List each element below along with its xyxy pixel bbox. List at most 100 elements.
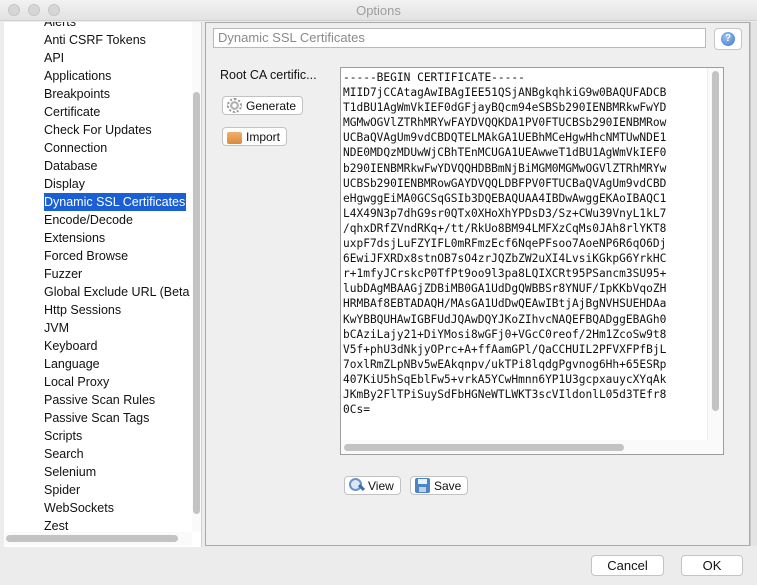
tree-item[interactable]: API xyxy=(4,49,190,67)
view-label: View xyxy=(368,478,394,493)
tree-item[interactable]: WebSockets xyxy=(4,499,190,517)
tree-item-label: Applications xyxy=(44,69,112,83)
tree-item-label: Check For Updates xyxy=(44,123,152,137)
tree-item[interactable]: Selenium xyxy=(4,463,190,481)
tree-item[interactable]: Check For Updates xyxy=(4,121,190,139)
tree-item-label: Zest xyxy=(44,519,69,533)
tree-item[interactable]: JVM xyxy=(4,319,190,337)
certificate-line: eHgwggEiMA0GCSqGSIb3DQEBAQUAA4IBDwAwggEK… xyxy=(343,191,667,205)
tree-item[interactable]: Applications xyxy=(4,67,190,85)
tree-item-label: Selenium xyxy=(44,465,97,479)
tree-item[interactable]: Encode/Decode xyxy=(4,211,190,229)
tree-item-label: API xyxy=(44,51,65,65)
certificate-line: -----BEGIN CERTIFICATE----- xyxy=(343,71,525,84)
certificate-line: V5f+phU3dNkjyOPrc+A+ffAamGPl/QaCCHUIL2PF… xyxy=(343,342,667,356)
tree-item-label: Passive Scan Rules xyxy=(44,393,156,407)
magnifier-icon xyxy=(349,478,364,493)
scrollbar-thumb[interactable] xyxy=(6,535,178,542)
import-label: Import xyxy=(246,129,281,144)
save-label: Save xyxy=(434,478,462,493)
tree-item-label: Language xyxy=(44,357,100,371)
tree-item-label: Connection xyxy=(44,141,108,155)
import-button[interactable]: Import xyxy=(222,127,288,146)
options-tree-list: Alerts Anti CSRF Tokens API Applications Bre… xyxy=(4,22,190,535)
tree-item[interactable]: Certificate xyxy=(4,103,190,121)
view-button[interactable]: View xyxy=(344,476,401,495)
tree-item-label: Keyboard xyxy=(44,339,98,353)
options-tree: Alerts Anti CSRF Tokens API Applications Bre… xyxy=(4,22,202,547)
root-ca-certificate-textarea[interactable]: -----BEGIN CERTIFICATE----- MIID7jCCAtagA… xyxy=(340,67,724,455)
root-ca-label: Root CA certific... xyxy=(220,68,317,82)
certificate-line: UCBaQVAgUm9vdCBDQTELMAkGA1UEBhMCeHgwHhcN… xyxy=(343,131,667,145)
tree-horizontal-scrollbar[interactable] xyxy=(4,532,192,545)
tree-item[interactable]: Database xyxy=(4,157,190,175)
cancel-button[interactable]: Cancel xyxy=(591,555,664,576)
tree-item[interactable]: Display xyxy=(4,175,190,193)
scrollbar-thumb[interactable] xyxy=(344,444,624,451)
tree-item-label: Passive Scan Tags xyxy=(44,411,150,425)
tree-item[interactable]: Scripts xyxy=(4,427,190,445)
folder-icon xyxy=(227,131,242,144)
certificate-line: T1dBU1AgWmVkIEF0dGFjayBQcm94eSBSb290IENB… xyxy=(343,101,667,115)
generate-button[interactable]: Generate xyxy=(222,96,304,115)
tree-item-label: Encode/Decode xyxy=(44,213,133,227)
tree-item[interactable]: Extensions xyxy=(4,229,190,247)
tree-item[interactable]: Search xyxy=(4,445,190,463)
certificate-line: NDE0MDQzMDUwWjCBhTEnMCUGA1UEAwweT1dBU1Ag… xyxy=(343,146,667,160)
certificate-line: 6EwiJFXRDx8stnOB7sO4zrJQZbZW2uXI4LvsiKGk… xyxy=(343,252,667,266)
tree-item[interactable]: Anti CSRF Tokens xyxy=(4,31,190,49)
certificate-line: UCBSb290IENBMRowGAYDVQQLDBFPV0FTUCBaQVAg… xyxy=(343,176,667,190)
tree-item-label: Search xyxy=(44,447,84,461)
window-edge xyxy=(750,22,757,546)
certificate-line: uxpF7dsjLuFZYIFL0mRFmzEcf6NqePFsoo7AoeNP… xyxy=(343,237,667,251)
tree-item-label: Fuzzer xyxy=(44,267,83,281)
scrollbar-thumb[interactable] xyxy=(712,71,719,411)
tree-item-label: Forced Browse xyxy=(44,249,129,263)
certificate-line: r+1mfyJCrskcP0TfPt9oo9l3pa8LQIXCRt95PSan… xyxy=(343,267,667,281)
tree-item[interactable]: Global Exclude URL (Beta) xyxy=(4,283,190,301)
tree-item[interactable]: Http Sessions xyxy=(4,301,190,319)
tree-item[interactable]: Spider xyxy=(4,481,190,499)
tree-item-label: Certificate xyxy=(44,105,101,119)
certificate-line: lubDAgMBAAGjZDBiMB0GA1UdDgQWBBSr8YNUF/Ip… xyxy=(343,282,667,296)
floppy-disk-icon xyxy=(415,478,430,493)
tree-vertical-scrollbar[interactable] xyxy=(192,22,201,532)
certificate-line: /qhxDRfZVndRKq+/tt/RkUo8BM94LMFXzCqMs0JA… xyxy=(343,221,667,235)
tree-item[interactable]: Breakpoints xyxy=(4,85,190,103)
tree-item-label: WebSockets xyxy=(44,501,114,515)
certificate-line: HRMBAf8EBTADAQH/MAsGA1UdDwQEAwIBtjAjBgNV… xyxy=(343,297,667,311)
gear-icon xyxy=(227,98,242,113)
tree-item-label: Dynamic SSL Certificates xyxy=(44,193,186,211)
tree-item[interactable]: Connection xyxy=(4,139,190,157)
tree-item[interactable]: Language xyxy=(4,355,190,373)
tree-item[interactable]: Keyboard xyxy=(4,337,190,355)
certificate-text[interactable]: -----BEGIN CERTIFICATE----- MIID7jCCAtagA… xyxy=(343,70,703,438)
help-icon: ? xyxy=(721,32,735,46)
tree-item[interactable]: Passive Scan Tags xyxy=(4,409,190,427)
tree-item-label: Anti CSRF Tokens xyxy=(44,33,146,47)
options-panel: Dynamic SSL Certificates ? Root CA certi… xyxy=(205,22,750,546)
generate-label: Generate xyxy=(246,98,297,113)
certificate-vertical-scrollbar[interactable] xyxy=(707,68,723,440)
certificate-horizontal-scrollbar[interactable] xyxy=(341,440,723,454)
tree-item-label: Local Proxy xyxy=(44,375,110,389)
scrollbar-thumb[interactable] xyxy=(193,92,200,514)
save-button[interactable]: Save xyxy=(410,476,469,495)
ok-button[interactable]: OK xyxy=(681,555,743,576)
tree-item-label: Database xyxy=(44,159,98,173)
tree-item[interactable]: Fuzzer xyxy=(4,265,190,283)
tree-item[interactable]: Forced Browse xyxy=(4,247,190,265)
panel-title: Dynamic SSL Certificates xyxy=(213,28,706,48)
tree-item[interactable]: Dynamic SSL Certificates xyxy=(4,193,190,211)
tree-item-label: Display xyxy=(44,177,85,191)
tree-item-label: Alerts xyxy=(44,22,76,29)
tree-item-label: Global Exclude URL (Beta) xyxy=(44,285,190,299)
tree-item[interactable]: Local Proxy xyxy=(4,373,190,391)
certificate-line: b290IENBMRkwFwYDVQQHDBBmNjBiMGM0MGMwOGVl… xyxy=(343,161,667,175)
window-title: Options xyxy=(356,3,401,18)
tree-item[interactable]: Alerts xyxy=(4,22,190,31)
tree-item[interactable]: Passive Scan Rules xyxy=(4,391,190,409)
certificate-line: 407KiU5hSqEblFw5+vrkA5YCwHmnn6YP1U3gcpxa… xyxy=(343,372,667,386)
help-button[interactable]: ? xyxy=(714,28,742,50)
certificate-line: JKmBy2FlTPiSuySdFbHGNeWTLWKT3scVIldonlL0… xyxy=(343,387,667,401)
